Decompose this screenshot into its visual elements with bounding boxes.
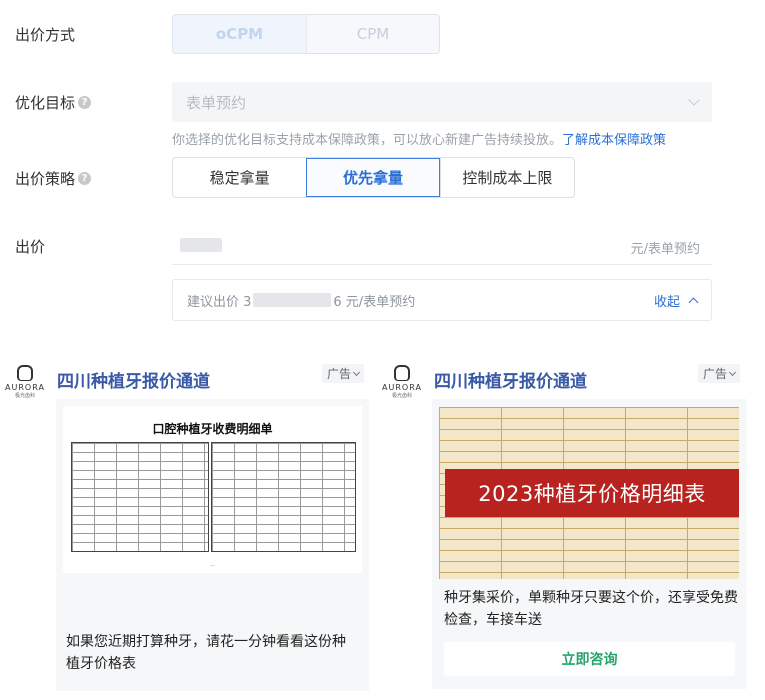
chevron-down-icon — [728, 368, 737, 376]
price-sheet-image: 2023种植牙价格明细表 — [439, 407, 739, 579]
bid-method-label-text: 出价方式 — [15, 26, 76, 44]
masked-value — [253, 293, 332, 307]
ad-description: 如果您近期打算种牙，请花一分钟看看这份种植牙价格表 — [66, 634, 346, 672]
ad-description: 种牙集采价，单颗种牙只要这个价，还享受免费检查，车接车送 — [444, 590, 738, 628]
bid-method-label: 出价方式 — [15, 24, 75, 45]
bid-method-selector: oCPM CPM — [172, 14, 440, 54]
tooth-icon — [17, 365, 33, 381]
price-list-image-title: 口腔种植牙收费明细单 — [152, 422, 273, 436]
strategy-cost-cap-option[interactable]: 控制成本上限 — [439, 158, 574, 197]
masked-value — [180, 238, 222, 252]
ad-tag[interactable]: 广告 — [698, 364, 741, 383]
optimization-label: 优化目标 ? — [15, 92, 92, 113]
suggested-bid-prefix: 建议出价 3 — [187, 294, 252, 310]
strategy-selector: 稳定拿量 优先拿量 控制成本上限 — [172, 157, 575, 198]
suggested-bid-panel: 建议出价 3 6 元/表单预约 收起 — [172, 279, 712, 321]
price-table-left — [71, 442, 209, 552]
chevron-down-icon — [688, 94, 700, 106]
optimization-hint-text: 你选择的优化目标支持成本保障政策，可以放心新建广告持续投放。 — [172, 133, 563, 148]
ad-title[interactable]: 四川种植牙报价通道 — [57, 367, 210, 392]
strategy-label: 出价策略 ? — [15, 168, 92, 189]
aurora-logo: AURORA 极光齿科 — [381, 365, 423, 407]
logo-brand: AURORA — [382, 383, 422, 392]
aurora-logo: AURORA 极光齿科 — [4, 365, 46, 407]
chevron-up-icon — [688, 297, 699, 307]
price-list-image: 口腔种植牙收费明细单 ··· — [63, 406, 362, 573]
logo-brand: AURORA — [5, 383, 45, 392]
ad-card-1[interactable]: AURORA 极光齿科 四川种植牙报价通道 广告 口腔种植牙收费明细单 ··· … — [0, 355, 380, 700]
ad-tag-label: 广告 — [703, 367, 728, 381]
ad-tag-label: 广告 — [327, 367, 352, 381]
logo-sub: 极光齿科 — [14, 393, 35, 399]
cost-guarantee-link[interactable]: 了解成本保障政策 — [562, 133, 666, 148]
ad-content-card: 口腔种植牙收费明细单 ··· 如果您近期打算种牙，请花一分钟看看这份种植牙价格表 — [56, 399, 369, 691]
strategy-label-text: 出价策略 — [15, 170, 76, 188]
help-icon[interactable]: ? — [78, 96, 92, 109]
price-table-right — [211, 442, 356, 552]
optimization-select-value: 表单预约 — [186, 93, 247, 112]
ad-tag[interactable]: 广告 — [322, 364, 365, 383]
help-icon[interactable]: ? — [78, 172, 92, 185]
collapse-button[interactable]: 收起 — [653, 291, 699, 310]
price-banner: 2023种植牙价格明细表 — [445, 469, 739, 517]
ad-title[interactable]: 四川种植牙报价通道 — [434, 367, 587, 392]
chevron-down-icon — [352, 368, 361, 376]
bid-label-text: 出价 — [15, 238, 46, 256]
collapse-label: 收起 — [653, 294, 680, 310]
strategy-priority-option[interactable]: 优先拿量 — [306, 158, 440, 197]
strategy-stable-option[interactable]: 稳定拿量 — [173, 158, 306, 197]
ad-card-2[interactable]: AURORA 极光齿科 四川种植牙报价通道 广告 2023种植牙价格明细表 种牙… — [378, 355, 765, 700]
price-list-footnote: ··· — [210, 563, 215, 569]
bid-method-cpm-option[interactable]: CPM — [306, 15, 439, 53]
logo-sub: 极光齿科 — [391, 393, 412, 399]
consult-now-button[interactable]: 立即咨询 — [444, 642, 735, 676]
optimization-hint: 你选择的优化目标支持成本保障政策，可以放心新建广告持续投放。了解成本保障政策 — [172, 129, 666, 148]
bid-method-ocpm-option[interactable]: oCPM — [173, 15, 306, 53]
optimization-select[interactable]: 表单预约 — [172, 82, 712, 122]
ad-content-card: 2023种植牙价格明细表 种牙集采价，单颗种牙只要这个价，还享受免费检查，车接车… — [432, 399, 747, 689]
optimization-label-text: 优化目标 — [15, 94, 76, 112]
bid-label: 出价 — [15, 236, 45, 257]
suggested-bid-suffix: 6 元/表单预约 — [333, 294, 416, 310]
bid-input[interactable]: 元/表单预约 — [172, 228, 712, 265]
tooth-icon — [394, 365, 410, 381]
suggested-bid-text: 建议出价 3 6 元/表单预约 — [187, 291, 415, 310]
bid-unit: 元/表单预约 — [630, 242, 700, 257]
